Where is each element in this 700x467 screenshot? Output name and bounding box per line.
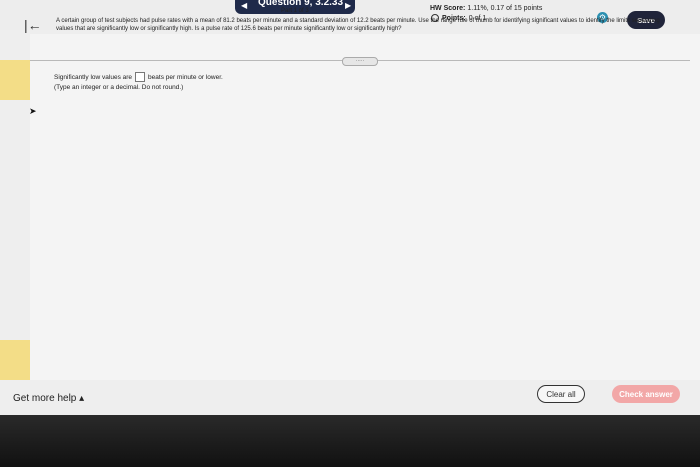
- answer-prefix: Significantly low values are: [54, 73, 133, 81]
- hw-score-label: HW Score:: [430, 5, 466, 12]
- part-label: Part 1 of 3: [281, 8, 309, 14]
- question-title: Question 9, 3.2.33: [258, 0, 344, 8]
- screen: ◀ Question 9, 3.2.33 ▶ Part 1 of 3 HW Sc…: [0, 0, 700, 415]
- hw-score-value: 1.11%, 0.17 of 15 points: [467, 5, 543, 12]
- monitor-bezel: [0, 415, 700, 467]
- check-answer-button[interactable]: Check answer: [612, 385, 680, 403]
- highlight-bar: [0, 60, 30, 100]
- chevron-left-icon[interactable]: ◀: [241, 1, 247, 10]
- expand-question-button[interactable]: ·····: [342, 57, 378, 66]
- get-help-label: Get more help: [13, 393, 77, 404]
- get-more-help-button[interactable]: Get more help ▴: [13, 393, 84, 404]
- answer-suffix: beats per minute or lower.: [148, 73, 223, 81]
- back-arrow-icon[interactable]: |←: [24, 17, 42, 33]
- hw-score: HW Score: 1.11%, 0.17 of 15 points: [430, 5, 542, 12]
- answer-line: Significantly low values are beats per m…: [54, 72, 223, 82]
- caret-up-icon: ▴: [79, 393, 85, 404]
- clear-all-button[interactable]: Clear all: [537, 385, 585, 403]
- cursor-icon: ➤: [29, 106, 37, 116]
- chevron-right-icon[interactable]: ▶: [345, 1, 351, 10]
- answer-hint: (Type an integer or a decimal. Do not ro…: [54, 84, 184, 91]
- footer: Get more help ▴ Clear all Check answer: [0, 380, 700, 415]
- highlight-bar: [0, 340, 30, 380]
- question-text: A certain group of test subjects had pul…: [56, 18, 660, 32]
- low-value-input[interactable]: [135, 72, 146, 82]
